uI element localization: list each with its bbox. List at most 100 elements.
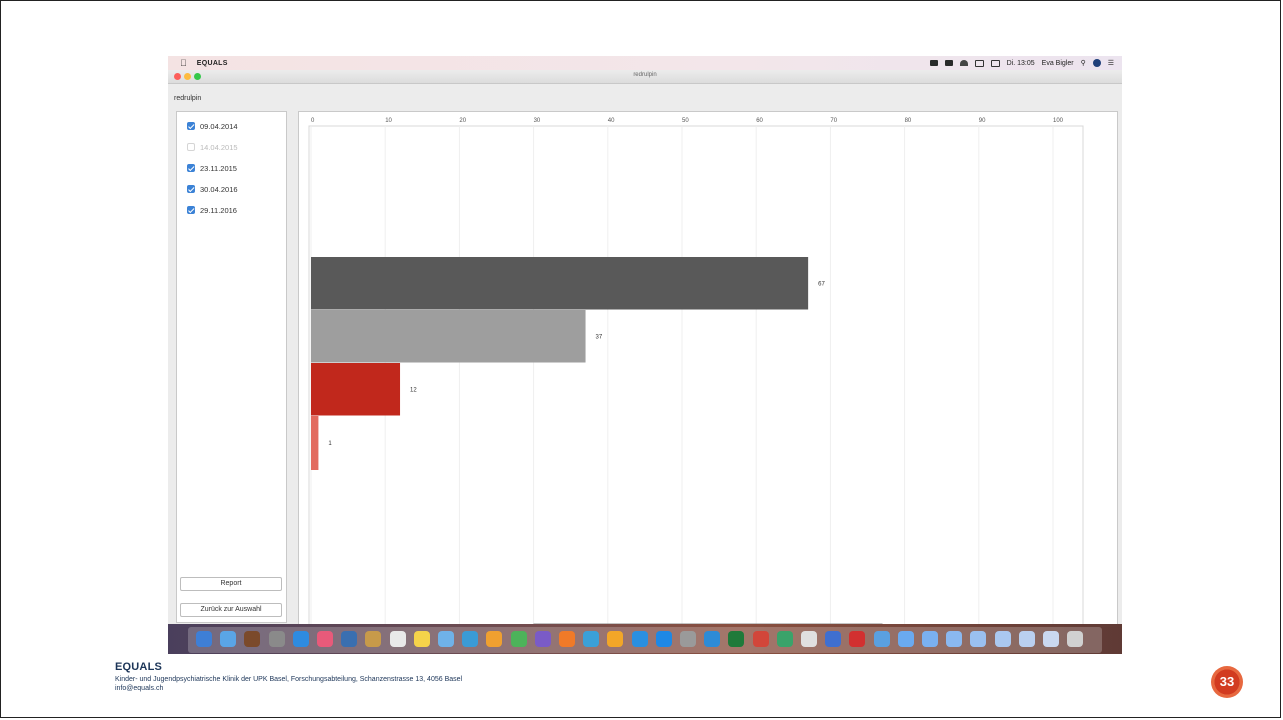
dock-app-icon[interactable] [365,631,382,647]
date-item[interactable]: 30.04.2016 [187,183,238,195]
date-checkbox[interactable] [187,143,195,151]
x-tick-label: 100 [1053,118,1064,124]
x-tick-label: 0 [311,118,315,124]
dropbox-icon[interactable] [929,60,938,66]
dock-app-icon[interactable] [341,631,358,647]
dock-app-icon[interactable] [655,631,672,647]
x-tick-label: 80 [905,118,912,124]
dock-app-icon[interactable] [752,631,769,647]
x-tick-label: 90 [979,118,986,124]
user-name[interactable]: Eva Bigler [1042,60,1074,67]
bar [311,257,809,310]
x-tick-label: 10 [385,118,392,124]
display-icon[interactable] [944,60,953,66]
x-tick-label: 20 [459,118,466,124]
dock-app-icon[interactable] [1018,631,1035,647]
dock-app-icon[interactable] [292,631,309,647]
date-label: 14.04.2015 [200,142,238,152]
dock-app-icon[interactable] [631,631,648,647]
bar [311,310,586,363]
bar-value-label: 37 [596,334,603,340]
dock-app-icon[interactable] [728,631,745,647]
chart-panel: 01020304050607080901006737121(1) 09.04.2… [298,111,1118,650]
dock-app-icon[interactable] [849,631,866,647]
spotlight-icon[interactable]: ⚲ [1081,59,1086,67]
x-tick-label: 70 [830,118,837,124]
dock-app-icon[interactable] [680,631,696,647]
window-label: redrulpin [174,95,202,102]
dock-app-icon[interactable] [970,631,987,647]
plot-area [308,125,1084,629]
dock-app-icon[interactable] [510,631,527,647]
bar-value-label: 67 [818,281,825,287]
dock-app-icon[interactable] [1043,631,1059,647]
date-item[interactable]: 29.11.2016 [187,204,237,216]
window-title: redrulpin [633,72,657,78]
x-tick-label: 40 [608,118,615,124]
dock-app-icon[interactable] [389,631,406,647]
dock [168,624,1122,654]
page-number-badge: 33 [1211,666,1243,698]
footer-email: info@equals.ch [115,685,164,692]
back-to-selection-button[interactable]: Zurück zur Auswahl [180,603,282,617]
slide:  EQUALS Di. 13:05 Eva Bigler ⚲ ☰ redrul… [0,0,1281,718]
app-menu-name[interactable]: EQUALS [197,60,228,67]
date-item[interactable]: 23.11.2015 [187,162,237,174]
dock-app-icon[interactable] [607,631,624,647]
x-tick-label: 30 [534,118,541,124]
date-item[interactable]: 14.04.2015 [187,141,238,153]
dock-app-icon[interactable] [244,631,261,647]
screenshot:  EQUALS Di. 13:05 Eva Bigler ⚲ ☰ redrul… [168,56,1122,654]
date-checkbox[interactable] [187,206,195,214]
dock-shelf [188,627,1102,653]
menu-bar-status: Di. 13:05 Eva Bigler ⚲ ☰ [929,56,1114,70]
apple-icon[interactable]:  [180,58,187,68]
dock-app-icon[interactable] [922,631,938,647]
x-tick-label: 50 [682,118,689,124]
date-checkbox[interactable] [187,185,195,193]
date-label: 30.04.2016 [200,184,238,194]
window-titlebar: redrulpin [168,70,1122,84]
dock-app-icon[interactable] [534,631,551,647]
clock[interactable]: Di. 13:05 [1007,60,1035,67]
date-label: 23.11.2015 [200,163,237,173]
footer-title: EQUALS [115,661,163,673]
date-label: 29.11.2016 [200,205,237,215]
dock-app-icon[interactable] [825,631,842,647]
date-checkbox[interactable] [187,122,195,130]
dock-app-icon[interactable] [438,631,454,647]
dock-app-icon[interactable] [994,631,1011,647]
dock-app-icon[interactable] [583,631,600,647]
dock-app-icon[interactable] [486,631,503,647]
dock-app-icon[interactable] [946,631,963,647]
dock-app-icon[interactable] [559,631,575,647]
date-checkbox[interactable] [187,164,195,172]
dock-app-icon[interactable] [413,631,430,647]
wifi-icon[interactable] [959,60,968,66]
dock-app-icon[interactable] [801,631,817,647]
date-label: 09.04.2014 [200,121,238,131]
dock-app-icon[interactable] [873,631,890,647]
dock-app-icon[interactable] [1067,631,1084,647]
battery-icon[interactable] [990,59,1000,67]
airplay-icon[interactable] [974,59,984,67]
menu-bar:  EQUALS Di. 13:05 Eva Bigler ⚲ ☰ [168,56,1122,70]
siri-icon[interactable] [1092,59,1101,67]
dock-app-icon[interactable] [196,631,212,647]
date-list: 09.04.2014 14.04.2015 23.11.2015 30.04.2… [176,111,287,623]
dock-app-icon[interactable] [776,631,793,647]
dock-app-icon[interactable] [220,631,237,647]
notification-center-icon[interactable]: ☰ [1108,59,1114,67]
dock-app-icon[interactable] [897,631,914,647]
dock-app-icon[interactable] [704,631,721,647]
bar [311,363,401,416]
dock-app-icon[interactable] [268,631,285,647]
bar-value-label: 12 [410,387,417,393]
dock-app-icon[interactable] [317,631,333,647]
bar-chart: 01020304050607080901006737121(1) 09.04.2… [308,118,1084,638]
footer-address: Kinder- und Jugendpsychiatrische Klinik … [115,676,463,683]
report-button[interactable]: Report [180,577,282,591]
date-item[interactable]: 09.04.2014 [187,120,238,132]
x-tick-label: 60 [756,118,763,124]
dock-app-icon[interactable] [462,631,479,647]
